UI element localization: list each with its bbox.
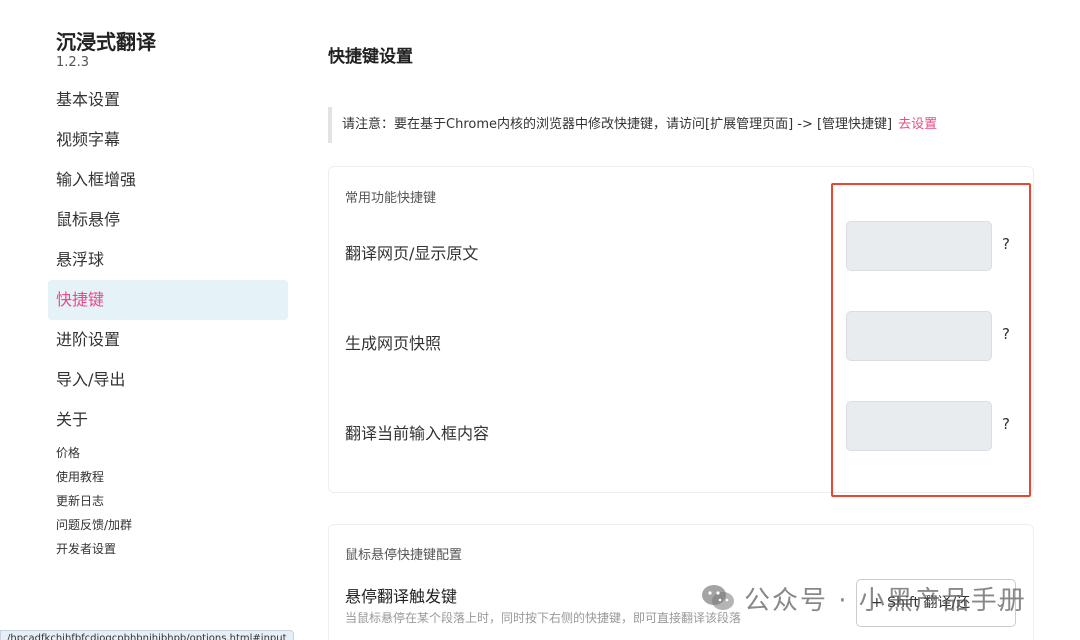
hover-shortcuts-card: 鼠标悬停快捷键配置 悬停翻译触发键 当鼠标悬停在某个段落上时，同时按下右侧的快捷… (328, 524, 1034, 640)
sidebar-item-advanced[interactable]: 进阶设置 (48, 320, 288, 360)
sidebar-link-tutorial[interactable]: 使用教程 (56, 465, 132, 489)
shortcut-label-translate-page: 翻译网页/显示原文 (345, 244, 479, 263)
shortcut-label-translate-input: 翻译当前输入框内容 (345, 424, 490, 443)
shortcut-input-translate-input[interactable] (846, 401, 992, 451)
sidebar: 沉浸式翻译 1.2.3 基本设置 视频字幕 输入框增强 鼠标悬停 悬浮球 快捷键… (0, 0, 300, 640)
sidebar-item-subtitles[interactable]: 视频字幕 (48, 120, 288, 160)
sidebar-link-developer[interactable]: 开发者设置 (56, 537, 132, 561)
sidebar-link-feedback[interactable]: 问题反馈/加群 (56, 513, 132, 537)
go-settings-link[interactable]: 去设置 (898, 117, 937, 132)
sidebar-link-changelog[interactable]: 更新日志 (56, 489, 132, 513)
chevron-down-icon: ⌄ (994, 596, 1005, 610)
common-shortcuts-card: 常用功能快捷键 翻译网页/显示原文 ? 生成网页快照 ? 翻译当前输入框内容 ? (328, 166, 1034, 493)
sidebar-item-input-enhance[interactable]: 输入框增强 (48, 160, 288, 200)
sidebar-nav: 基本设置 视频字幕 输入框增强 鼠标悬停 悬浮球 快捷键 进阶设置 导入/导出 … (48, 80, 288, 440)
shortcut-label-snapshot: 生成网页快照 (345, 334, 442, 353)
sidebar-subnav: 价格 使用教程 更新日志 问题反馈/加群 开发者设置 (56, 441, 132, 561)
help-icon[interactable]: ? (1002, 235, 1010, 253)
hover-trigger-description: 当鼠标悬停在某个段落上时，同时按下右侧的快捷键，即可直接翻译该段落 (345, 611, 742, 625)
notice-banner: 请注意：要在基于Chrome内核的浏览器中修改快捷键，请访问[扩展管理页面] -… (328, 107, 1034, 143)
shortcut-input-snapshot[interactable] (846, 311, 992, 361)
card-heading: 常用功能快捷键 (345, 191, 437, 206)
page-title: 快捷键设置 (328, 47, 413, 67)
hover-trigger-value: + Shift 翻译/还 (871, 595, 971, 611)
help-icon[interactable]: ? (1002, 415, 1010, 433)
help-icon[interactable]: ? (1002, 325, 1010, 343)
sidebar-item-float-ball[interactable]: 悬浮球 (48, 240, 288, 280)
card-heading: 鼠标悬停快捷键配置 (345, 548, 463, 563)
app-version: 1.2.3 (56, 55, 90, 70)
sidebar-item-about[interactable]: 关于 (48, 400, 288, 440)
status-bar-url: /hpcadfkchihfbfcdiogcpbhbnihibhpb/option… (0, 630, 294, 640)
sidebar-link-pricing[interactable]: 价格 (56, 441, 132, 465)
shortcut-input-translate-page[interactable] (846, 221, 992, 271)
sidebar-item-basic[interactable]: 基本设置 (48, 80, 288, 120)
main-content: 快捷键设置 请注意：要在基于Chrome内核的浏览器中修改快捷键，请访问[扩展管… (328, 0, 1034, 640)
sidebar-item-mouse-hover[interactable]: 鼠标悬停 (48, 200, 288, 240)
sidebar-item-import-export[interactable]: 导入/导出 (48, 360, 288, 400)
sidebar-item-shortcuts[interactable]: 快捷键 (48, 280, 288, 320)
notice-text: 请注意：要在基于Chrome内核的浏览器中修改快捷键，请访问[扩展管理页面] -… (342, 117, 893, 132)
app-title: 沉浸式翻译 (56, 30, 156, 54)
hover-trigger-select[interactable]: + Shift 翻译/还 ⌄ (856, 579, 1016, 627)
hover-trigger-label: 悬停翻译触发键 (345, 587, 458, 606)
